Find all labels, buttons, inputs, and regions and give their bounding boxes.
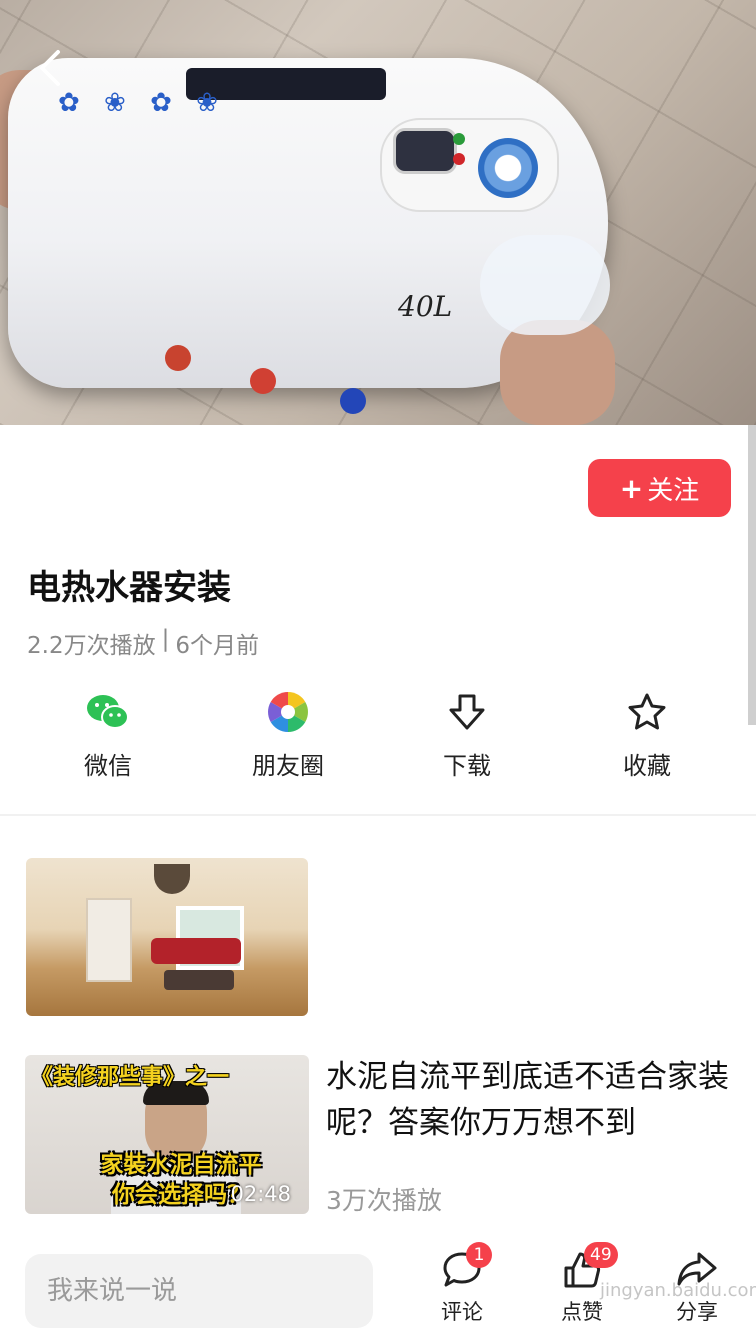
related-play-count: 3万次播放	[326, 1186, 442, 1215]
follow-label: 关注	[647, 475, 700, 506]
like-label: 点赞	[561, 1300, 603, 1324]
chandelier	[154, 864, 190, 894]
download-icon	[445, 690, 489, 734]
comment-label: 评论	[441, 1300, 483, 1324]
like-count-badge: 49	[584, 1242, 618, 1268]
sofa	[151, 938, 241, 964]
green-led	[453, 133, 465, 145]
video-title: 电热水器安装	[27, 568, 231, 608]
video-player[interactable]: ✿ ❀ ✿ ❀ 40L	[0, 0, 756, 425]
video-duration: 02:48	[230, 1182, 291, 1206]
share-label: 微信	[84, 752, 132, 780]
tv-wall	[86, 898, 132, 982]
pipe-red-1	[165, 345, 191, 371]
red-led	[453, 153, 465, 165]
publish-time: 6个月前	[175, 633, 259, 659]
related-video-title[interactable]: 水泥自流平到底适不适合家装呢？答案你万万想不到	[326, 1054, 736, 1146]
share-label: 下载	[443, 752, 491, 780]
scrollbar[interactable]	[748, 425, 756, 725]
pipe-red-2	[250, 368, 276, 394]
thumbnail-caption-top: 《装修那些事》之一	[31, 1065, 230, 1090]
play-count: 2.2万次播放	[27, 633, 156, 659]
share-moments[interactable]: 朋友圈	[208, 690, 368, 781]
follow-button[interactable]: + 关注	[588, 459, 731, 517]
pipe-blue	[340, 388, 366, 414]
comment-bubble-icon: 1	[440, 1242, 492, 1292]
coffee-table	[164, 970, 234, 990]
favorite-button[interactable]: 收藏	[567, 690, 727, 781]
video-meta: 2.2万次播放 | 6个月前	[27, 626, 259, 660]
wechat-icon	[86, 690, 130, 734]
related-thumbnail-living-room[interactable]	[26, 858, 308, 1016]
section-divider	[0, 814, 756, 816]
comment-input[interactable]	[25, 1254, 373, 1328]
hand-right	[500, 320, 615, 425]
capacity-label: 40L	[398, 290, 453, 323]
plus-icon: +	[619, 471, 644, 505]
back-chevron-icon[interactable]	[30, 46, 74, 90]
moments-icon	[266, 690, 310, 734]
share-wechat[interactable]: 微信	[28, 690, 188, 781]
thumbs-up-icon: 49	[560, 1242, 618, 1292]
baidu-watermark: jingyan.baidu.com	[600, 1280, 756, 1301]
heater-lcd	[393, 128, 457, 174]
wrapping-plastic	[480, 235, 610, 335]
related-thumbnail-video[interactable]: 《装修那些事》之一 家裝水泥自流平 你会选择吗？ 02:48	[25, 1055, 309, 1214]
comment-button[interactable]: 1 评论	[422, 1242, 502, 1326]
caption-line-1: 家裝水泥自流平	[100, 1152, 262, 1178]
meta-separator: |	[161, 626, 170, 652]
share-label: 朋友圈	[252, 752, 324, 780]
flower-decoration: ✿ ❀ ✿ ❀	[58, 88, 226, 118]
share-row: 微信 朋友圈 下载 收藏	[0, 690, 756, 790]
download-button[interactable]: 下载	[387, 690, 547, 781]
comment-count-badge: 1	[466, 1242, 492, 1268]
temperature-knob	[478, 138, 538, 198]
share-label: 收藏	[623, 752, 671, 780]
star-icon	[625, 690, 669, 734]
